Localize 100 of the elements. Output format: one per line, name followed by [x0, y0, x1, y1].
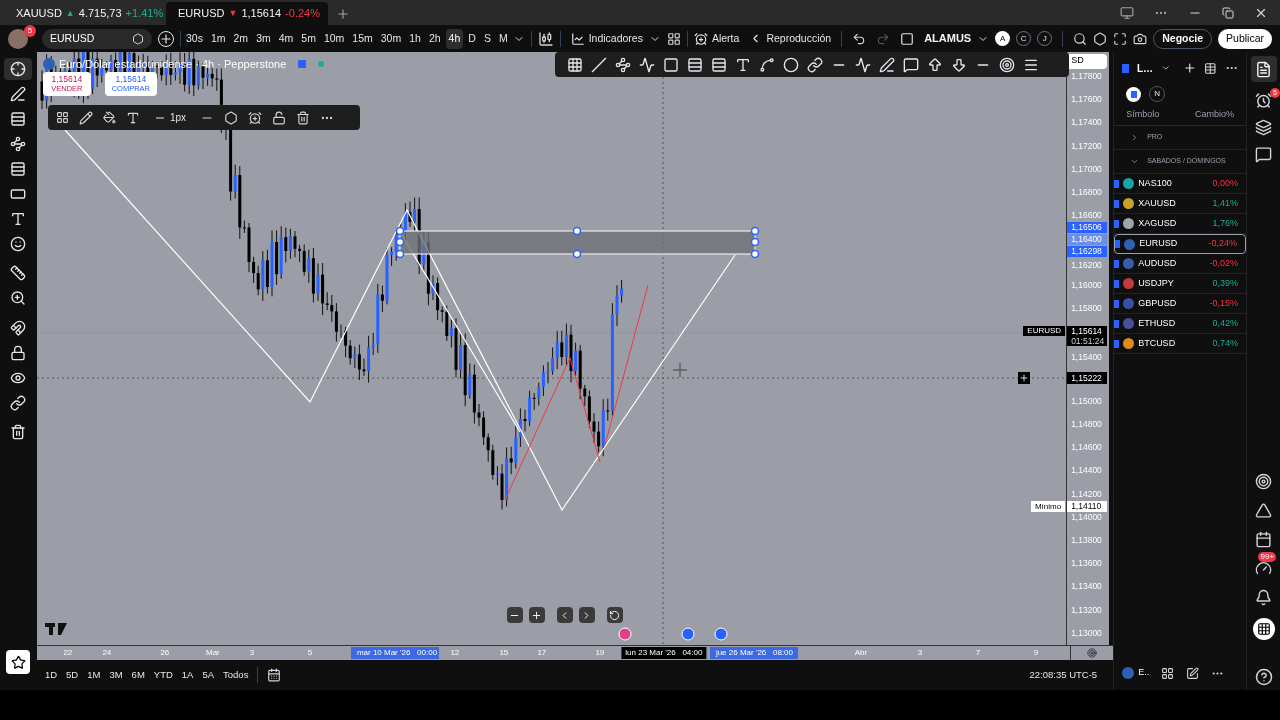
chart-tab[interactable]: XAUUSD ▲ 4.715,73 +1.41% — [4, 2, 166, 25]
range-button[interactable]: YTD — [153, 667, 173, 683]
zoom-in-icon[interactable] — [10, 290, 27, 306]
path-icon[interactable] — [806, 56, 823, 73]
fib-icon[interactable] — [710, 56, 727, 73]
column-header[interactable]: Símbolo — [1126, 107, 1160, 122]
curve-icon[interactable] — [758, 56, 775, 73]
redo-icon[interactable] — [876, 31, 891, 46]
flag-filter-icon[interactable] — [1126, 86, 1142, 102]
range-button[interactable]: Todos — [223, 667, 249, 683]
camera-icon[interactable] — [1133, 31, 1148, 46]
text-icon[interactable] — [734, 56, 751, 73]
publish-button[interactable]: Publicar — [1218, 28, 1272, 49]
watchlist-row[interactable]: GBPUSD -0,15% — [1114, 294, 1247, 314]
smile-icon[interactable] — [10, 235, 27, 252]
trash-icon[interactable] — [296, 110, 310, 125]
fib-icon[interactable] — [10, 160, 27, 177]
ellipse-icon[interactable] — [782, 56, 799, 73]
apps-icon[interactable] — [1256, 622, 1271, 636]
monitor-icon[interactable] — [1120, 5, 1134, 20]
column-header[interactable]: Cambio% — [1195, 107, 1235, 122]
layout-letter[interactable]: A — [995, 31, 1011, 46]
search-icon[interactable] — [1073, 31, 1088, 46]
symbol-search-field[interactable]: EURUSD — [42, 28, 152, 49]
watchlist-row[interactable]: USDJPY 0,39% — [1114, 274, 1247, 294]
interval-button[interactable]: 2h — [425, 28, 444, 49]
interval-button[interactable]: D — [465, 28, 479, 49]
target-icon[interactable] — [998, 56, 1015, 73]
new-tab-icon[interactable] — [336, 6, 350, 21]
interval-button[interactable]: M — [495, 28, 511, 49]
checkbox-icon[interactable] — [900, 31, 915, 46]
arrow-down-icon[interactable] — [950, 56, 967, 73]
triangle-icon[interactable] — [1255, 502, 1273, 519]
line-icon[interactable] — [590, 56, 607, 73]
calendar-icon[interactable] — [267, 668, 282, 682]
range-button[interactable]: 5D — [66, 667, 79, 683]
lock-icon[interactable] — [10, 344, 27, 361]
trash-icon[interactable] — [10, 424, 27, 440]
alert-button[interactable]: Alerta — [689, 30, 744, 47]
help-icon[interactable] — [1254, 668, 1273, 686]
event-marker-icon[interactable] — [714, 627, 728, 641]
watchlist-row[interactable]: ETHUSD 0,42% — [1114, 314, 1247, 334]
watchlist-row[interactable]: EURUSD -0,24% — [1114, 234, 1247, 254]
watchlist-row[interactable]: AUDUSD -0,02% — [1114, 254, 1247, 274]
zoom-in-icon[interactable] — [531, 609, 543, 621]
range-button[interactable]: 6M — [131, 667, 145, 683]
brush-icon[interactable] — [878, 56, 895, 73]
grid-icon[interactable] — [1161, 666, 1175, 680]
layers-icon[interactable] — [1255, 119, 1273, 136]
parallel-channel-icon[interactable] — [686, 56, 703, 73]
currency-selector[interactable]: SD — [1067, 54, 1108, 69]
text-color-icon[interactable] — [125, 110, 140, 125]
callout-icon[interactable] — [902, 56, 919, 73]
interval-button[interactable]: 10m — [320, 28, 348, 49]
interval-button[interactable]: 30s — [183, 28, 206, 49]
chevron-down-icon[interactable] — [1161, 63, 1171, 73]
add-alert-icon[interactable] — [248, 110, 262, 125]
watchlist-row[interactable]: XAUUSD 1,41% — [1114, 194, 1247, 214]
zigzag-line[interactable] — [504, 357, 601, 501]
interval-button[interactable]: 2m — [230, 28, 252, 49]
templates-icon[interactable] — [55, 111, 69, 124]
avatar[interactable] — [8, 28, 28, 49]
text-icon[interactable] — [10, 210, 27, 227]
interval-button[interactable]: 4h — [445, 28, 464, 49]
fullscreen-icon[interactable] — [1113, 31, 1128, 46]
indicators-button[interactable]: Indicadores — [566, 30, 647, 47]
trend-line-icon[interactable] — [10, 85, 27, 102]
pattern-icon[interactable] — [10, 135, 27, 152]
range-button[interactable]: 3M — [109, 667, 123, 683]
range-button[interactable]: 5A — [202, 667, 215, 683]
unlock-icon[interactable] — [272, 110, 286, 125]
interval-button[interactable]: 4m — [275, 28, 297, 49]
crosshair-icon[interactable] — [10, 60, 27, 77]
candles-icon[interactable] — [537, 30, 554, 47]
wave-icon[interactable] — [854, 56, 871, 73]
interval-button[interactable]: 1h — [406, 28, 424, 49]
target-icon[interactable] — [1255, 473, 1273, 490]
interval-button[interactable]: 3m — [253, 28, 274, 49]
lines-icon[interactable] — [10, 110, 27, 127]
list-name-button[interactable]: L… — [1136, 60, 1153, 76]
undo-icon[interactable] — [852, 31, 867, 46]
pattern-icon[interactable] — [614, 56, 631, 73]
watchlist-row[interactable]: XAGUSD 1,76% — [1114, 214, 1247, 234]
interval-button[interactable]: 1m — [207, 28, 229, 49]
event-marker-icon[interactable] — [681, 627, 695, 641]
polyline-icon[interactable] — [638, 56, 655, 73]
edit-icon[interactable] — [1186, 666, 1200, 680]
link-icon[interactable] — [10, 394, 27, 411]
ruler-icon[interactable] — [10, 265, 27, 281]
paint-bucket-icon[interactable] — [102, 111, 116, 124]
hexagon-icon[interactable] — [132, 32, 144, 45]
chart-tab[interactable]: EURUSD ▼ 1,15614 -0.24% — [166, 2, 328, 25]
table-icon[interactable] — [1204, 61, 1217, 75]
layout-button[interactable]: ALAMUS — [924, 30, 972, 47]
replay-button[interactable]: Reproducción — [745, 30, 836, 47]
favorites-button[interactable] — [6, 650, 31, 674]
calendar-icon[interactable] — [1255, 531, 1273, 548]
rectangle-icon[interactable] — [662, 56, 679, 73]
templates-icon[interactable] — [666, 31, 681, 46]
watchlist-icon[interactable] — [1255, 60, 1273, 78]
